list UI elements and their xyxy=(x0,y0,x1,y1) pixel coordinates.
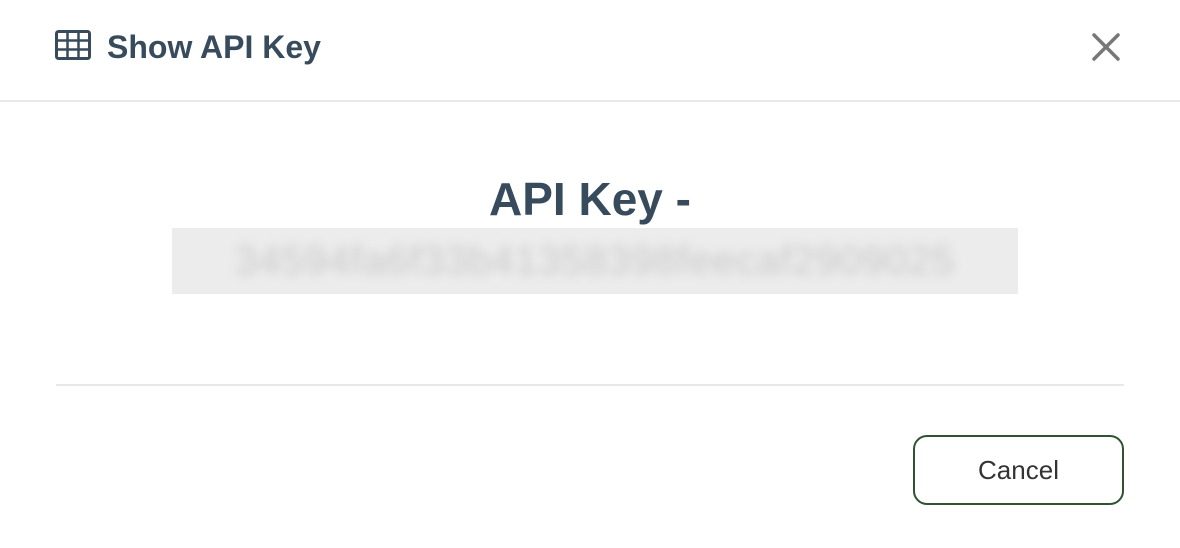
cancel-button[interactable]: Cancel xyxy=(913,435,1124,505)
close-button[interactable] xyxy=(1086,27,1126,67)
api-key-value: 34594fa6f33b41358398feecaf2909025 xyxy=(234,239,956,283)
api-key-heading: API Key - xyxy=(489,173,691,225)
dialog-header: Show API Key xyxy=(0,0,1180,102)
api-key-value-box: 34594fa6f33b41358398feecaf2909025 xyxy=(172,228,1018,294)
footer-divider xyxy=(56,384,1124,386)
dialog-body: API Key - 34594fa6f33b41358398feecaf2909… xyxy=(0,102,1180,384)
table-grid-icon xyxy=(55,30,91,60)
show-api-key-dialog: Show API Key API Key - 34594fa6f33b41358… xyxy=(0,0,1180,548)
close-icon xyxy=(1092,33,1120,61)
dialog-title: Show API Key xyxy=(107,29,321,65)
